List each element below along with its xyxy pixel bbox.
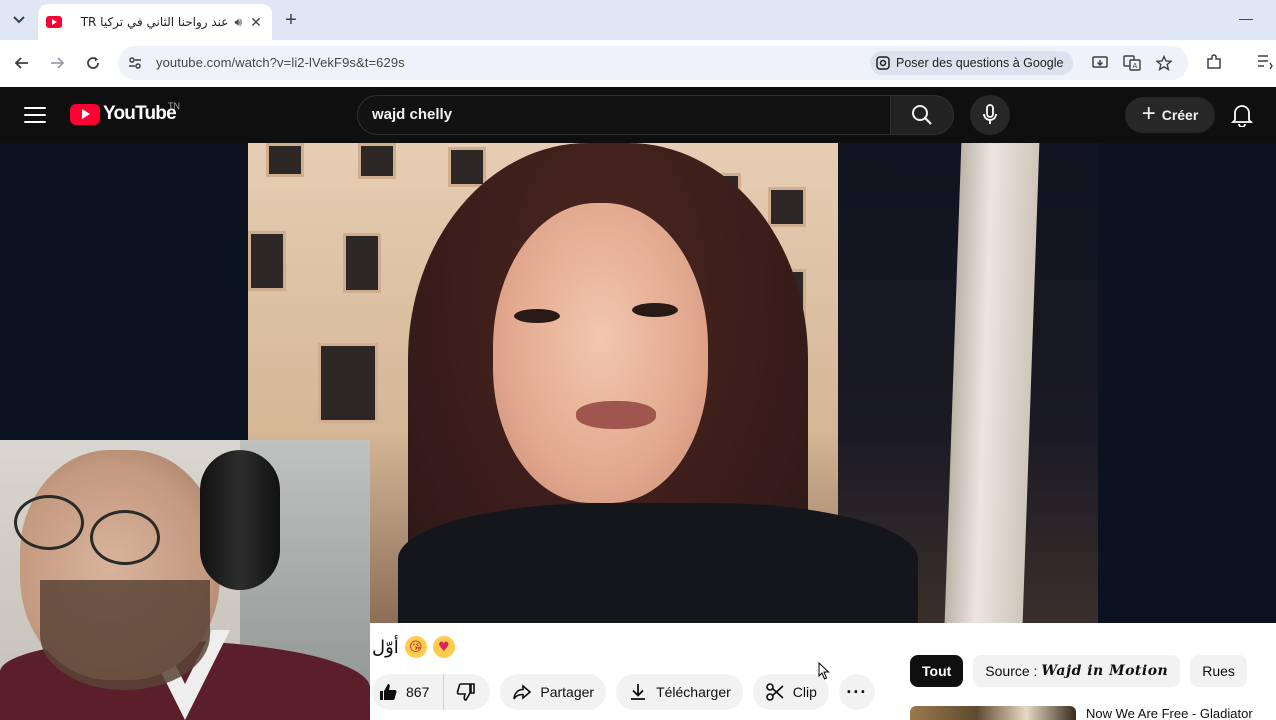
url-text[interactable]: youtube.com/watch?v=li2-lVekF9s&t=629s <box>156 55 405 70</box>
youtube-wordmark: YouTube <box>103 103 177 124</box>
video-frame[interactable] <box>248 143 1098 623</box>
extensions-icon[interactable] <box>1203 51 1225 73</box>
share-label: Partager <box>540 684 595 700</box>
forward-icon <box>51 57 65 69</box>
minimize-button[interactable]: — <box>1238 10 1254 26</box>
search-box[interactable]: wajd chelly <box>357 95 891 135</box>
heart-eyes-emoji-icon: ♥ <box>432 636 455 658</box>
webcam-overlay <box>0 440 370 720</box>
clip-label: Clip <box>792 684 817 700</box>
chip-source-name: Wajd in Motion <box>1041 663 1169 679</box>
related-chips: Tout Source : Wajd in Motion Rues <box>910 655 1247 687</box>
like-count: 867 <box>406 684 430 700</box>
tab-list-button[interactable] <box>6 8 32 32</box>
audio-icon[interactable]: 🔊︎ <box>234 15 242 30</box>
google-lens-icon <box>876 56 890 70</box>
search-button[interactable] <box>890 95 954 135</box>
share-button[interactable]: Partager <box>500 674 607 710</box>
new-tab-button[interactable]: + <box>280 8 302 32</box>
more-icon: ··· <box>846 681 868 702</box>
reload-button[interactable] <box>81 51 105 75</box>
recommendation-thumbnail[interactable] <box>910 706 1076 720</box>
notifications-button[interactable] <box>1228 101 1256 129</box>
youtube-favicon-icon <box>46 16 62 28</box>
video-actions: 867 Partager Télécharger Clip ··· <box>372 674 875 710</box>
kiss-emoji-icon: 😘︎ <box>404 636 427 658</box>
create-label: Créer <box>1161 107 1199 123</box>
video-person-face <box>493 203 708 503</box>
tab-title: عند رواحنا الثاني في تركيا TR <box>80 15 229 29</box>
chip-source[interactable]: Source : Wajd in Motion <box>973 655 1181 687</box>
voice-search-button[interactable] <box>970 95 1010 135</box>
webcam-glasses <box>14 495 84 550</box>
dislike-icon <box>456 683 476 701</box>
reload-icon <box>87 57 99 69</box>
youtube-masthead: YouTube TN wajd chelly + Créer <box>0 87 1276 143</box>
ask-google-button[interactable]: Poser des questions à Google <box>870 51 1074 75</box>
video-person-body <box>398 503 918 623</box>
video-person-eye <box>632 303 678 317</box>
chip-streets[interactable]: Rues <box>1190 655 1247 687</box>
site-info-icon[interactable] <box>126 54 144 72</box>
like-button[interactable]: 867 <box>372 674 445 710</box>
mouse-cursor-icon <box>818 662 830 680</box>
address-bar[interactable]: youtube.com/watch?v=li2-lVekF9s&t=629s P… <box>118 46 1188 80</box>
youtube-logo[interactable]: YouTube <box>70 103 177 125</box>
create-button[interactable]: + Créer <box>1125 97 1215 133</box>
video-title: أوّل 😘︎ ♥ <box>372 636 455 658</box>
chip-all[interactable]: Tout <box>910 655 964 687</box>
plus-icon: + <box>1141 100 1156 127</box>
browser-tab[interactable]: عند رواحنا الثاني في تركيا TR 🔊︎ ✕ <box>38 4 272 40</box>
mic-icon <box>983 104 997 124</box>
ask-google-label: Poser des questions à Google <box>896 56 1064 70</box>
browser-toolbar: youtube.com/watch?v=li2-lVekF9s&t=629s P… <box>0 40 1276 86</box>
youtube-logo-icon <box>70 103 100 125</box>
more-actions-button[interactable]: ··· <box>838 674 875 710</box>
like-icon <box>380 684 397 700</box>
search-input[interactable]: wajd chelly <box>372 96 872 134</box>
close-icon[interactable]: ✕ <box>248 14 264 30</box>
download-label: Télécharger <box>656 684 731 700</box>
star-icon[interactable] <box>1154 53 1174 73</box>
bell-icon <box>1231 105 1253 127</box>
video-title-text: أوّل <box>372 636 399 658</box>
search-icon <box>912 105 932 125</box>
share-icon <box>513 684 532 700</box>
reading-list-icon[interactable] <box>1256 52 1276 72</box>
hamburger-icon[interactable] <box>24 105 46 125</box>
download-button[interactable]: Télécharger <box>616 674 743 710</box>
tab-list-icon <box>13 16 25 24</box>
back-button[interactable] <box>10 51 34 75</box>
country-code: TN <box>168 101 180 111</box>
recommendation-title[interactable]: Now We Are Free - Gladiator <box>1086 706 1253 720</box>
video-person-eye <box>514 309 560 323</box>
video-person-lips <box>576 401 656 429</box>
install-icon[interactable] <box>1090 53 1110 73</box>
scissors-icon <box>765 683 784 701</box>
forward-button[interactable] <box>45 51 69 75</box>
translate-icon[interactable]: A <box>1122 53 1142 73</box>
like-dislike-group: 867 <box>372 674 491 710</box>
svg-text:A: A <box>1133 62 1138 70</box>
back-icon <box>14 57 28 69</box>
dislike-button[interactable] <box>444 674 490 710</box>
download-icon <box>631 684 646 700</box>
tab-strip: عند رواحنا الثاني في تركيا TR 🔊︎ ✕ + — <box>0 0 1276 40</box>
chip-source-label: Source : <box>985 663 1038 679</box>
webcam-headphones <box>200 450 280 590</box>
screen: عند رواحنا الثاني في تركيا TR 🔊︎ ✕ + — y… <box>0 0 1276 720</box>
